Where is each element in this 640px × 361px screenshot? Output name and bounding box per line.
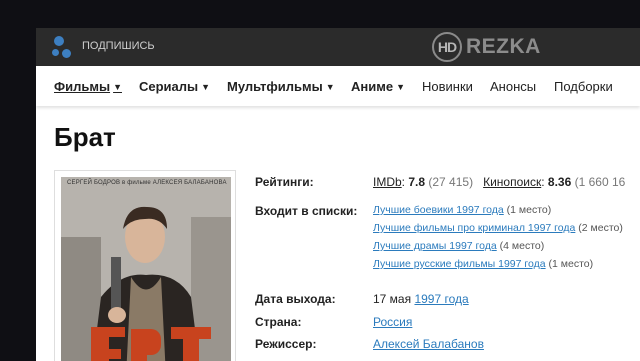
- nav-label: Мультфильмы: [227, 79, 323, 94]
- imdb-link[interactable]: IMDb: [373, 175, 402, 189]
- chevron-down-icon: ▼: [325, 82, 335, 92]
- page-title: Брат: [54, 122, 116, 152]
- list-link[interactable]: Лучшие фильмы про криминал 1997 года: [373, 222, 575, 234]
- country-link[interactable]: Россия: [373, 315, 412, 329]
- list-item: Лучшие фильмы про криминал 1997 года (2 …: [373, 222, 623, 234]
- list-place: (4 место): [499, 240, 545, 252]
- nav-label: Сериалы: [139, 79, 199, 94]
- nav-label: Фильмы: [54, 79, 111, 94]
- subscribe-link[interactable]: ПОДПИШИСЬ: [82, 40, 155, 52]
- release-label: Дата выхода:: [255, 292, 336, 306]
- nav-item-cartoons[interactable]: Мультфильмы ▼: [227, 79, 335, 94]
- main-nav: Фильмы ▼ Сериалы ▼ Мультфильмы ▼ Аниме ▼ Нов…: [36, 66, 640, 106]
- poster-frame[interactable]: СЕРГЕЙ БОДРОВ в фильме АЛЕКСЕЯ БАЛАБАНОВ…: [54, 170, 236, 361]
- lists-label: Входит в списки:: [255, 204, 358, 218]
- list-link[interactable]: Лучшие боевики 1997 года: [373, 204, 504, 216]
- list-item: Лучшие драмы 1997 года (4 место): [373, 240, 544, 252]
- page: ПОДПИШИСЬ HD REZKA Фильмы ▼ Сериалы ▼ Муль…: [36, 28, 640, 361]
- list-link[interactable]: Лучшие драмы 1997 года: [373, 240, 497, 252]
- nav-item-new[interactable]: Новинки: [422, 79, 473, 94]
- nav-item-films[interactable]: Фильмы ▼: [54, 79, 122, 94]
- nav-item-collections[interactable]: Подборки: [554, 79, 613, 94]
- kinopoisk-link[interactable]: Кинопоиск: [483, 175, 541, 189]
- release-day: 17 мая: [373, 292, 412, 306]
- kinopoisk-votes: (1 660 16: [574, 175, 626, 189]
- chevron-down-icon: ▼: [201, 82, 211, 92]
- site-logo[interactable]: HD REZKA: [432, 32, 541, 62]
- director-label: Режиссер:: [255, 337, 317, 351]
- ratings-label: Рейтинги:: [255, 175, 314, 189]
- list-item: Лучшие русские фильмы 1997 года (1 место…: [373, 258, 593, 270]
- list-link[interactable]: Лучшие русские фильмы 1997 года: [373, 258, 546, 270]
- list-place: (1 место): [548, 258, 594, 270]
- movie-poster[interactable]: СЕРГЕЙ БОДРОВ в фильме АЛЕКСЕЯ БАЛАБАНОВ…: [61, 177, 231, 361]
- release-year-link[interactable]: 1997 года: [414, 292, 468, 306]
- nav-item-series[interactable]: Сериалы ▼: [139, 79, 210, 94]
- imdb-rating: 7.8: [408, 175, 426, 189]
- logo-text: REZKA: [466, 35, 541, 58]
- director-value: Алексей Балабанов: [373, 337, 484, 351]
- chevron-down-icon: ▼: [113, 82, 122, 92]
- imdb-votes: (27 415): [428, 175, 474, 189]
- poster-illustration: [61, 177, 231, 361]
- release-value: 17 мая 1997 года: [373, 292, 469, 306]
- nav-item-announcements[interactable]: Анонсы: [490, 79, 536, 94]
- kinopoisk-rating: 8.36: [547, 175, 572, 189]
- ratings-values: IMDb: 7.8 (27 415) Кинопоиск: 8.36 (1 66…: [373, 175, 626, 189]
- nav-item-anime[interactable]: Аниме ▼: [351, 79, 405, 94]
- hd-badge-icon: HD: [432, 32, 462, 62]
- top-bar: ПОДПИШИСЬ HD REZKA: [36, 28, 640, 66]
- country-value: Россия: [373, 315, 412, 329]
- nav-label: Аниме: [351, 79, 394, 94]
- list-place: (1 место): [506, 204, 552, 216]
- subscribe-dots-icon[interactable]: [52, 36, 76, 58]
- country-label: Страна:: [255, 315, 302, 329]
- poster-credit: СЕРГЕЙ БОДРОВ в фильме АЛЕКСЕЯ БАЛАБАНОВ…: [67, 180, 227, 186]
- list-place: (2 место): [578, 222, 623, 234]
- director-link[interactable]: Алексей Балабанов: [373, 337, 484, 351]
- list-item: Лучшие боевики 1997 года (1 место): [373, 204, 551, 216]
- chevron-down-icon: ▼: [396, 82, 406, 92]
